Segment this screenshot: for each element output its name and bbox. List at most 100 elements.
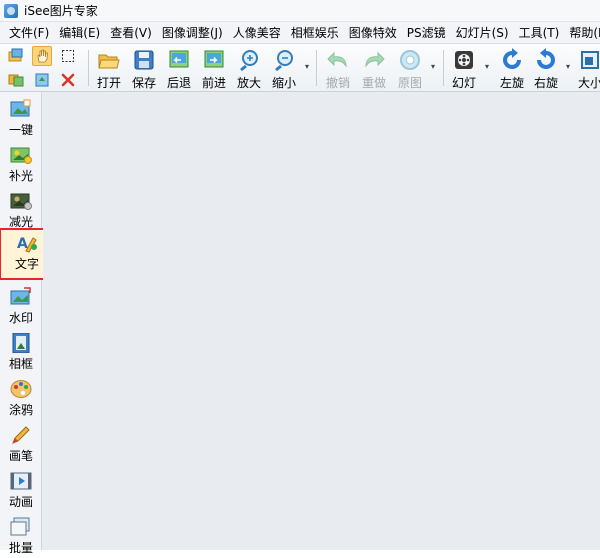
redo-label: 重做 — [361, 76, 386, 90]
toolbar-separator — [316, 50, 317, 86]
save-disk-icon — [132, 48, 156, 72]
text-tool-icon: A — [16, 233, 38, 253]
sidebar-item-label: 一键 — [8, 123, 33, 137]
original-label: 原图 — [397, 76, 422, 90]
sidebar-item-batch[interactable]: 批量 — [2, 514, 40, 558]
sidebar-item-label: 补光 — [8, 169, 33, 183]
sidebar-item-label: 水印 — [8, 311, 33, 325]
sidebar-item-label: 相框 — [8, 357, 33, 371]
menu-slideshow[interactable]: 幻灯片(S) — [451, 23, 514, 43]
palette-icon — [10, 379, 32, 399]
rotate-right-label: 右旋 — [533, 76, 558, 90]
menu-frame-fun[interactable]: 相框娱乐 — [286, 23, 344, 43]
zoom-out-button[interactable]: 缩小 — [266, 46, 302, 90]
save-label: 保存 — [131, 76, 156, 90]
menu-ps-filters[interactable]: PS滤镜 — [402, 23, 451, 43]
batch-icon — [10, 517, 32, 537]
main-toolbar: 打开 保存 后退 前进 放大 缩小 ▾ 撤销 重做 原图 ▾ 幻灯 ▾ 左旋 右… — [0, 44, 600, 92]
sidebar-item-watermark[interactable]: 水印 — [2, 284, 40, 328]
menu-file[interactable]: 文件(F) — [4, 23, 54, 43]
app-window: iSee图片专家 文件(F) 编辑(E) 查看(V) 图像调整(J) 人像美容 … — [0, 0, 600, 555]
save-button[interactable]: 保存 — [126, 46, 162, 90]
slideshow-dropdown-icon[interactable]: ▾ — [485, 62, 489, 71]
sidebar-item-frame[interactable]: 相框 — [2, 330, 40, 374]
zoom-in-label: 放大 — [236, 76, 261, 90]
pencil-icon — [10, 425, 32, 445]
film-reel-icon — [452, 48, 476, 72]
zoom-in-button[interactable]: 放大 — [231, 46, 267, 90]
watermark-icon — [10, 287, 32, 307]
menu-portrait[interactable]: 人像美容 — [228, 23, 286, 43]
undo-label: 撤销 — [325, 76, 350, 90]
sidebar-item-darken[interactable]: 减光 — [2, 188, 40, 232]
browse-icon[interactable] — [6, 46, 26, 66]
original-image-icon — [398, 48, 422, 72]
slideshow-button[interactable]: 幻灯 — [446, 46, 482, 90]
menu-image-adjust[interactable]: 图像调整(J) — [157, 23, 228, 43]
redo-button[interactable]: 重做 — [356, 46, 392, 90]
rotate-right-button[interactable]: 右旋 — [528, 46, 564, 90]
gallery-icon[interactable] — [6, 70, 26, 90]
sidebar-item-one-click[interactable]: 一键 — [2, 96, 40, 140]
title-bar: iSee图片专家 — [0, 0, 600, 22]
toolbar-separator — [88, 50, 89, 86]
menu-edit[interactable]: 编辑(E) — [54, 23, 105, 43]
sidebar-item-label: 涂鸦 — [8, 403, 33, 417]
slideshow-label: 幻灯 — [451, 76, 476, 90]
one-click-enhance-icon — [10, 99, 32, 119]
original-button[interactable]: 原图 — [392, 46, 428, 90]
size-label: 大小 — [578, 76, 600, 90]
delete-icon[interactable] — [58, 70, 78, 90]
undo-button[interactable]: 撤销 — [320, 46, 356, 90]
sidebar-item-animation[interactable]: 动画 — [2, 468, 40, 512]
menu-bar: 文件(F) 编辑(E) 查看(V) 图像调整(J) 人像美容 相框娱乐 图像特效… — [0, 22, 600, 44]
back-label: 后退 — [166, 76, 191, 90]
image-canvas[interactable] — [43, 93, 600, 550]
back-arrow-icon — [167, 48, 191, 72]
sidebar-item-brush[interactable]: 画笔 — [2, 422, 40, 466]
sidebar-item-doodle[interactable]: 涂鸦 — [2, 376, 40, 420]
undo-icon — [326, 48, 350, 72]
rotate-left-button[interactable]: 左旋 — [494, 46, 530, 90]
rotate-dropdown-icon[interactable]: ▾ — [566, 62, 570, 71]
select-tool-icon[interactable] — [58, 46, 78, 66]
size-button[interactable]: 大小 — [578, 46, 600, 90]
sidebar-item-label: 减光 — [8, 215, 33, 229]
open-folder-icon — [97, 48, 121, 72]
zoom-dropdown-icon[interactable]: ▾ — [305, 62, 309, 71]
sidebar-item-label: 批量 — [8, 541, 33, 555]
forward-button[interactable]: 前进 — [196, 46, 232, 90]
menu-tools[interactable]: 工具(T) — [514, 23, 565, 43]
darken-icon — [10, 191, 32, 211]
toolbar-separator — [443, 50, 444, 86]
app-logo-icon — [4, 3, 18, 18]
zoom-in-icon — [237, 48, 261, 72]
forward-arrow-icon — [202, 48, 226, 72]
brighten-icon — [10, 145, 32, 165]
quick-tools — [6, 46, 84, 90]
resize-icon — [578, 48, 600, 72]
menu-image-effects[interactable]: 图像特效 — [344, 23, 402, 43]
rotate-image-icon[interactable] — [32, 70, 52, 90]
rotate-right-icon — [534, 48, 558, 72]
zoom-out-icon — [272, 48, 296, 72]
menu-help[interactable]: 帮助(H) — [564, 23, 600, 43]
hand-tool-icon[interactable] — [32, 46, 52, 66]
back-button[interactable]: 后退 — [161, 46, 197, 90]
open-label: 打开 — [96, 76, 121, 90]
sidebar-item-brighten[interactable]: 补光 — [2, 142, 40, 186]
redo-icon — [362, 48, 386, 72]
open-button[interactable]: 打开 — [91, 46, 127, 90]
zoom-out-label: 缩小 — [271, 76, 296, 90]
photo-frame-icon — [10, 332, 32, 354]
menu-view[interactable]: 查看(V) — [105, 23, 157, 43]
sidebar-item-label: 动画 — [8, 495, 33, 509]
left-sidebar: 一键 补光 减光 A 文字 水印 相框 涂鸦 画笔 动画 批量 — [0, 92, 55, 555]
rotate-left-label: 左旋 — [499, 76, 524, 90]
sidebar-item-label: 画笔 — [8, 449, 33, 463]
rotate-left-icon — [500, 48, 524, 72]
animation-icon — [10, 471, 32, 491]
window-title: iSee图片专家 — [24, 4, 98, 18]
original-dropdown-icon[interactable]: ▾ — [431, 62, 435, 71]
forward-label: 前进 — [201, 76, 226, 90]
